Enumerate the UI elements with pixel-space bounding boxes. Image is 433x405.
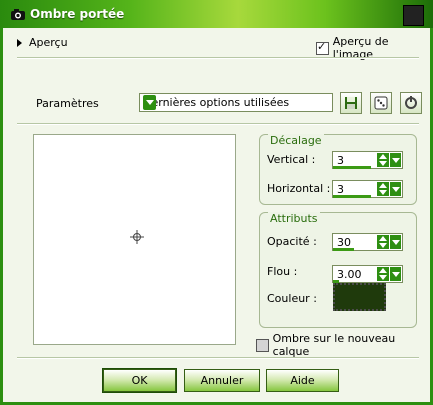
dropdown-arrow-icon[interactable] — [143, 95, 156, 110]
horizontal-label: Horizontal : — [267, 182, 331, 195]
params-label: Paramètres — [36, 97, 99, 110]
cancel-button[interactable]: Annuler — [184, 369, 260, 392]
vertical-input[interactable]: 3 — [332, 151, 403, 169]
dropdown-arrow-icon[interactable] — [390, 267, 401, 281]
horizontal-level-bar — [333, 195, 371, 198]
checkbox-unchecked-icon[interactable] — [256, 338, 269, 352]
ok-button[interactable]: OK — [102, 368, 177, 393]
offset-title: Décalage — [268, 134, 324, 147]
blur-value: 3.00 — [337, 268, 362, 281]
shadow-new-layer-checkbox[interactable]: Ombre sur le nouveau calque — [256, 332, 430, 358]
horizontal-input[interactable]: 3 — [332, 180, 403, 198]
dropdown-arrow-icon[interactable] — [390, 235, 401, 249]
attributes-group: Attributs Opacité : 30 Flou : 3.00 Coule… — [259, 212, 417, 328]
spin-arrows-icon[interactable] — [377, 267, 389, 281]
app-icon — [11, 9, 25, 20]
blur-label: Flou : — [267, 265, 298, 278]
checkbox-checked-icon[interactable] — [316, 40, 329, 55]
close-button[interactable] — [403, 5, 424, 26]
opacity-level-bar — [333, 248, 354, 251]
divider — [17, 57, 419, 59]
reset-button[interactable] — [400, 92, 422, 114]
offset-group: Décalage Vertical : 3 Horizontal : 3 — [259, 134, 417, 205]
color-label: Couleur : — [267, 292, 317, 305]
attributes-title: Attributs — [268, 212, 320, 225]
shadow-new-layer-label: Ombre sur le nouveau calque — [272, 332, 396, 358]
vertical-level-bar — [333, 166, 371, 169]
divider — [17, 123, 419, 125]
vertical-label: Vertical : — [267, 153, 316, 166]
drop-shadow-dialog: Ombre portée Aperçu Aperçu de l'image Pa… — [0, 0, 433, 405]
preview-canvas[interactable] — [33, 134, 236, 345]
floppy-disk-icon — [345, 97, 357, 109]
spin-arrows-icon[interactable] — [377, 235, 389, 249]
divider — [17, 357, 419, 359]
color-swatch[interactable] — [333, 283, 386, 311]
spin-arrows-icon[interactable] — [377, 182, 389, 196]
save-preset-button[interactable] — [340, 92, 362, 114]
preset-value: Dernières options utilisées — [143, 96, 290, 109]
spin-arrows-icon[interactable] — [377, 153, 389, 167]
opacity-label: Opacité : — [267, 235, 317, 248]
dice-icon — [374, 96, 388, 110]
preview-toggle-label: Aperçu — [29, 36, 68, 49]
reset-icon — [405, 96, 417, 109]
blur-input[interactable]: 3.00 — [332, 265, 403, 283]
help-button[interactable]: Aide — [266, 369, 339, 392]
preset-select[interactable]: Dernières options utilisées — [139, 93, 333, 112]
expand-arrow-icon — [17, 38, 22, 47]
title-bar[interactable]: Ombre portée — [0, 0, 433, 28]
random-button[interactable] — [370, 92, 392, 114]
dropdown-arrow-icon[interactable] — [390, 182, 401, 196]
window-title: Ombre portée — [30, 7, 125, 21]
opacity-input[interactable]: 30 — [332, 233, 403, 251]
preview-toggle[interactable]: Aperçu — [17, 36, 68, 49]
dropdown-arrow-icon[interactable] — [390, 153, 401, 167]
crosshair-icon — [130, 230, 144, 244]
